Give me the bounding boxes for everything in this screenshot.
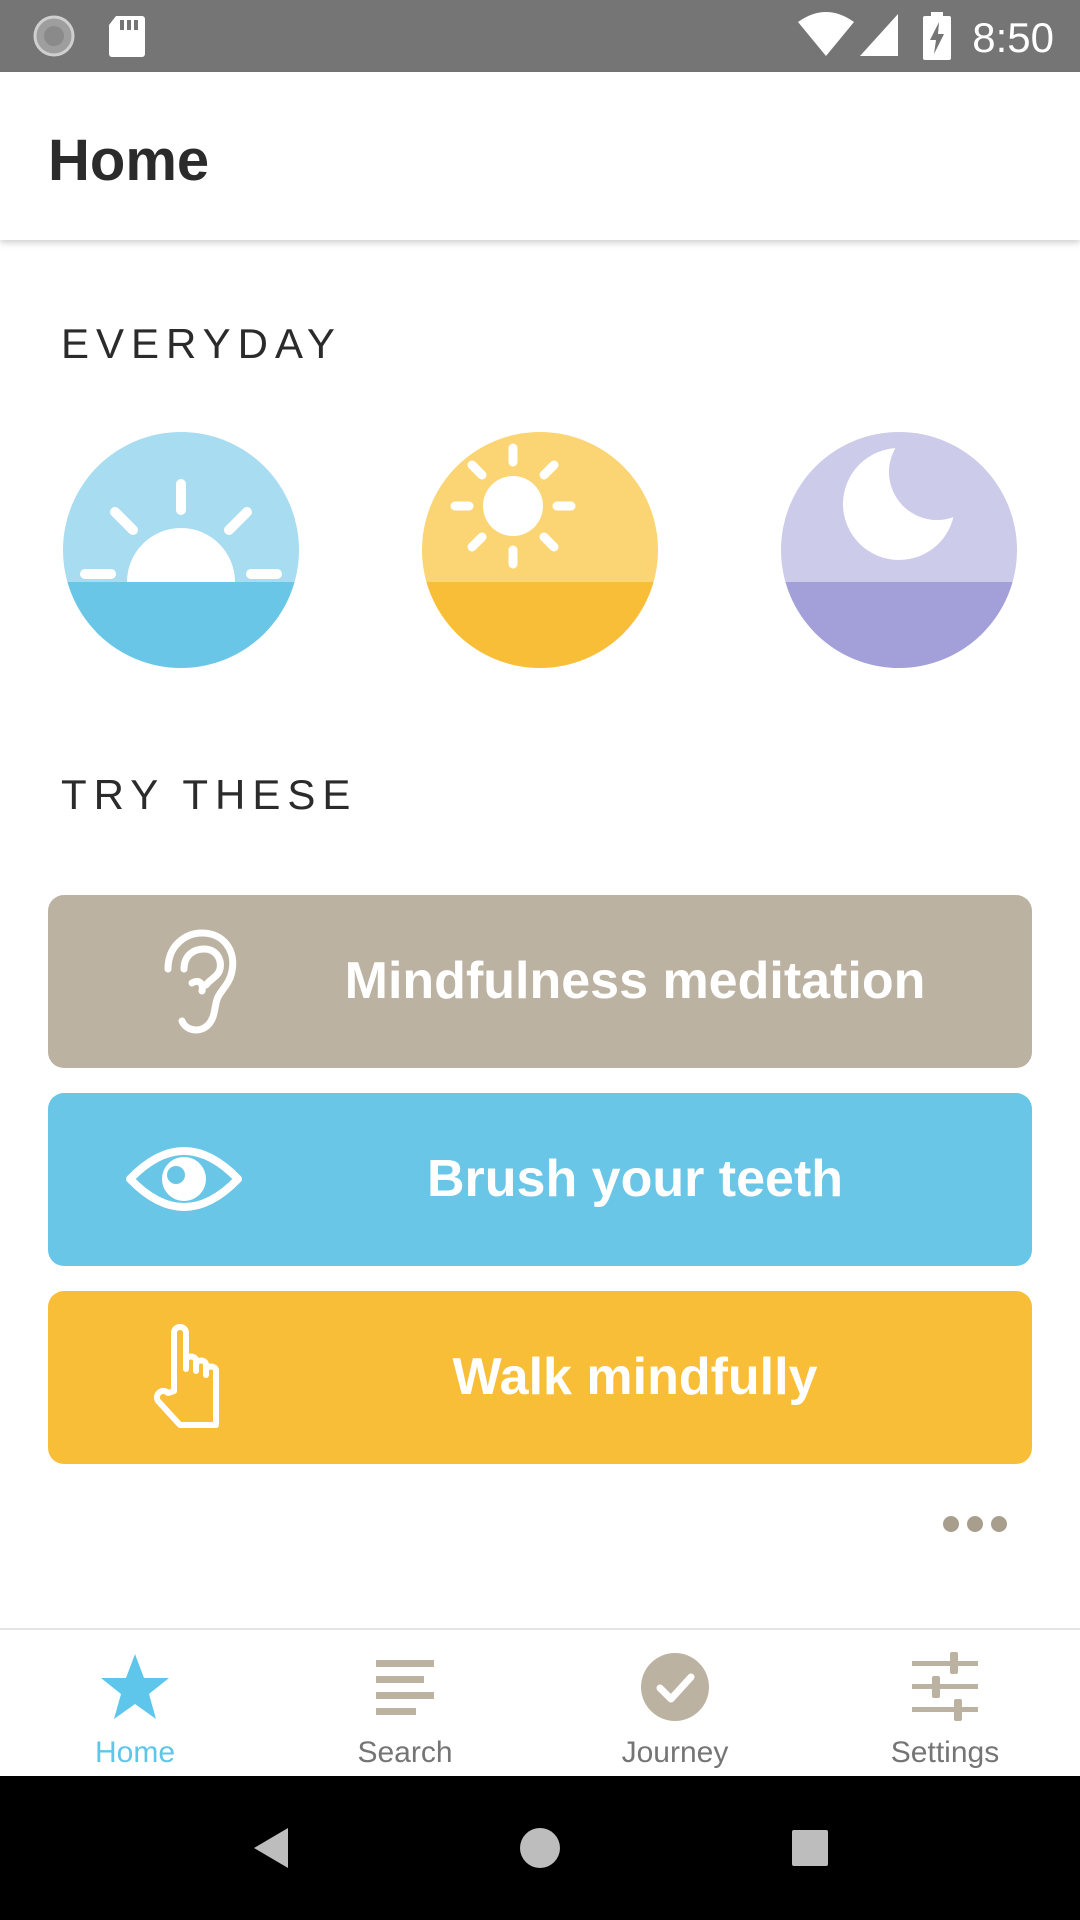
sd-card-icon (106, 14, 146, 63)
list-icon (376, 1660, 434, 1715)
nav-label: Search (357, 1736, 453, 1769)
sliders-icon (912, 1652, 978, 1721)
battery-charging-icon (922, 12, 952, 65)
nav-label: Journey (621, 1736, 729, 1769)
everyday-morning-button[interactable] (63, 432, 299, 668)
system-navigation-bar (0, 1776, 1080, 1920)
nav-label: Home (94, 1736, 176, 1769)
cell-signal-icon (858, 12, 900, 63)
sunrise-icon (63, 432, 299, 668)
app-bar: Home (0, 72, 1080, 240)
nav-settings[interactable]: Settings (810, 1630, 1080, 1778)
everyday-midday-button[interactable] (422, 432, 658, 668)
check-circle-icon (641, 1653, 709, 1721)
pointing-hand-icon (128, 1321, 248, 1434)
brush-your-teeth-card[interactable]: Brush your teeth (48, 1093, 1032, 1266)
card-label: Mindfulness meditation (344, 952, 926, 1010)
page-title: Home (48, 128, 210, 193)
status-bar: 8:50 (0, 0, 1080, 72)
nav-search[interactable]: Search (270, 1630, 540, 1778)
eye-icon (124, 1123, 244, 1236)
card-label: Brush your teeth (426, 1150, 844, 1208)
loading-icon (32, 14, 76, 63)
more-dots-icon (943, 1516, 1007, 1532)
bottom-navigation: Home Search Journey Settings (0, 1628, 1080, 1776)
nav-home[interactable]: Home (0, 1630, 270, 1778)
walk-mindfully-card[interactable]: Walk mindfully (48, 1291, 1032, 1464)
sun-icon (422, 432, 658, 668)
mindfulness-meditation-card[interactable]: Mindfulness meditation (48, 895, 1032, 1068)
try-these-heading: TRY THESE (61, 771, 358, 818)
star-icon (101, 1654, 169, 1719)
more-button[interactable] (940, 1512, 1010, 1536)
back-button[interactable] (240, 1818, 300, 1878)
wifi-icon (796, 12, 856, 63)
recents-icon (792, 1830, 828, 1866)
recents-button[interactable] (780, 1818, 840, 1878)
everyday-evening-button[interactable] (781, 432, 1017, 668)
back-icon (254, 1828, 288, 1868)
nav-journey[interactable]: Journey (540, 1630, 810, 1778)
everyday-heading: EVERYDAY (61, 320, 342, 367)
nav-label: Settings (890, 1736, 1000, 1769)
system-home-button[interactable] (510, 1818, 570, 1878)
card-label: Walk mindfully (452, 1348, 818, 1406)
moon-icon (781, 432, 1017, 668)
ear-icon (128, 925, 248, 1038)
clock: 8:50 (972, 14, 1054, 61)
home-circle-icon (520, 1828, 560, 1868)
